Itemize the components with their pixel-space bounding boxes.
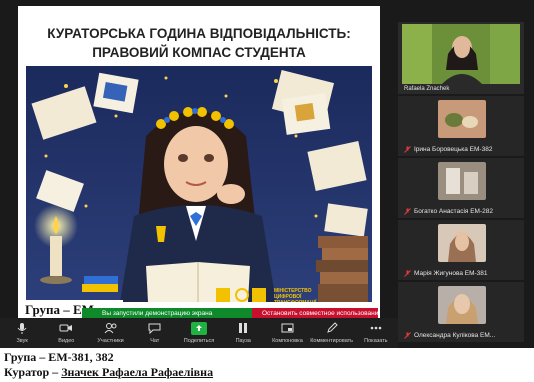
video-button[interactable]: Видео bbox=[44, 318, 88, 345]
chat-icon bbox=[147, 321, 163, 335]
more-icon bbox=[368, 321, 384, 335]
audio-button[interactable]: Звук bbox=[0, 318, 44, 345]
camera-icon bbox=[58, 321, 74, 335]
mic-muted-icon bbox=[404, 208, 411, 215]
chat-label: Чат bbox=[150, 338, 160, 344]
video-frame-icon bbox=[402, 24, 520, 84]
meeting-toolbar: Звук Видео Участники Чат Поделиться Пауз… bbox=[0, 318, 398, 348]
participants-button[interactable]: Участники bbox=[88, 318, 132, 345]
participant-name-label: Ірина Боровецька ЕМ-382 bbox=[414, 146, 493, 153]
slide-title-line-2: ПРАВОВИЙ КОМПАС СТУДЕНТА bbox=[92, 45, 306, 60]
share-screen-icon bbox=[190, 321, 207, 335]
participant-name: Марія Жигунова ЕМ-381 bbox=[404, 270, 488, 277]
caption-curator-name: Значек Рафаела Рафаелівна bbox=[61, 365, 214, 379]
participant-name: Ірина Боровецька ЕМ-382 bbox=[404, 146, 492, 153]
participants-icon bbox=[103, 321, 119, 335]
participant-video-panel: Rafaela Znachek Ірина Боровецька ЕМ-382 … bbox=[398, 18, 524, 342]
caption-group-line: Група – ЕМ-381, 382 bbox=[4, 350, 114, 364]
participant-name-label: Богатко Анастасія ЕМ-282 bbox=[414, 208, 493, 215]
mic-icon bbox=[14, 321, 30, 335]
caption-curator-line: Куратор – Значек Рафаела Рафаелівна bbox=[4, 365, 213, 380]
audio-label: Звук bbox=[16, 338, 28, 344]
mic-muted-icon bbox=[404, 332, 411, 339]
video-label: Видео bbox=[58, 338, 75, 344]
participant-tile[interactable]: Ірина Боровецька ЕМ-382 bbox=[398, 96, 524, 156]
participant-name-main-label: Rafaela Znachek bbox=[404, 86, 450, 92]
slide-title: КУРАТОРСЬКА ГОДИНА ВІДПОВІДАЛЬНІСТЬ: ПРА… bbox=[18, 24, 380, 62]
mic-muted-icon bbox=[404, 270, 411, 277]
share-screen-label: Поделиться bbox=[183, 338, 215, 344]
annotate-icon bbox=[324, 321, 340, 335]
layout-icon bbox=[279, 321, 295, 335]
shared-screen-slide: КУРАТОРСЬКА ГОДИНА ВІДПОВІДАЛЬНІСТЬ: ПРА… bbox=[18, 6, 380, 320]
annotate-label: Комментировать bbox=[310, 338, 354, 344]
zoom-meeting-window: КУРАТОРСЬКА ГОДИНА ВІДПОВІДАЛЬНІСТЬ: ПРА… bbox=[0, 0, 534, 348]
layout-label: Компоновка bbox=[272, 338, 303, 344]
share-screen-button[interactable]: Поделиться bbox=[177, 318, 221, 345]
more-label: Показать bbox=[364, 338, 388, 344]
participant-video bbox=[402, 24, 520, 84]
slide-title-line-1: КУРАТОРСЬКА ГОДИНА ВІДПОВІДАЛЬНІСТЬ: bbox=[47, 26, 351, 41]
participant-avatar bbox=[438, 100, 486, 138]
layout-button[interactable]: Компоновка bbox=[265, 318, 309, 345]
participant-tile[interactable]: Олександра Кулікова ЕМ... bbox=[398, 282, 524, 342]
pause-label: Пауза bbox=[235, 338, 251, 344]
participants-label: Участники bbox=[97, 338, 124, 344]
more-button[interactable]: Показать bbox=[354, 318, 398, 345]
annotate-button[interactable]: Комментировать bbox=[310, 318, 354, 345]
pause-icon bbox=[235, 321, 251, 335]
participant-name-label: Марія Жигунова ЕМ-381 bbox=[414, 270, 488, 277]
pause-button[interactable]: Пауза bbox=[221, 318, 265, 345]
document-caption: Група – ЕМ-381, 382 Куратор – Значек Раф… bbox=[4, 350, 213, 380]
participant-avatar bbox=[438, 224, 486, 262]
student-illustration bbox=[26, 66, 372, 302]
participant-avatar bbox=[438, 286, 486, 324]
participant-name: Олександра Кулікова ЕМ... bbox=[404, 332, 495, 339]
participant-name-label: Олександра Кулікова ЕМ... bbox=[414, 332, 496, 339]
participant-avatar bbox=[438, 162, 486, 200]
participant-name-main: Rafaela Znachek bbox=[404, 86, 449, 92]
chat-button[interactable]: Чат bbox=[133, 318, 177, 345]
slide-illustration: МІНІСТЕРСТВО ЦИФРОВОЇ ТРАНСФОРМАЦІЇ УКРА… bbox=[26, 66, 372, 302]
participant-tile-main[interactable]: Rafaela Znachek bbox=[398, 22, 524, 94]
participant-tile[interactable]: Богатко Анастасія ЕМ-282 bbox=[398, 158, 524, 218]
caption-curator-prefix: Куратор – bbox=[4, 365, 59, 379]
ministry-logo-text: МІНІСТЕРСТВО ЦИФРОВОЇ ТРАНСФОРМАЦІЇ УКРА… bbox=[274, 288, 316, 302]
participant-tile[interactable]: Марія Жигунова ЕМ-381 bbox=[398, 220, 524, 280]
mic-muted-icon bbox=[404, 146, 411, 153]
participant-name: Богатко Анастасія ЕМ-282 bbox=[404, 208, 493, 215]
